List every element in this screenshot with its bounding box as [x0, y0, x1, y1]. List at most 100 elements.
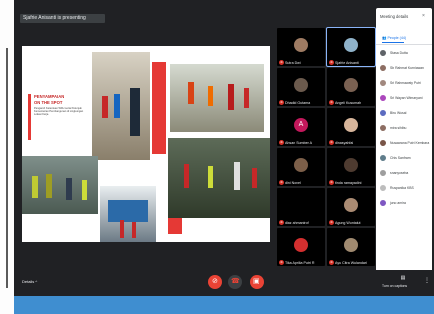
close-icon[interactable]: × — [422, 13, 425, 19]
meeting-details-panel: Meeting details × 👥 People (44) Stasa Du… — [376, 8, 432, 278]
camera-toggle-button[interactable]: ▣ — [250, 275, 264, 289]
more-options-icon[interactable]: ⋮ — [424, 277, 430, 284]
participant-avatar — [344, 38, 358, 53]
participant-tile[interactable]: ⊘ diaz ahmanirof — [277, 188, 325, 226]
panel-list-item[interactable]: Chis Sanfram — [380, 155, 411, 161]
control-bar: Details ^ ⊘ ☎ ▣ ▤ Turn on captions ⋮ — [14, 270, 434, 296]
avatar — [380, 185, 386, 191]
panel-list-item[interactable]: mira sihibu — [380, 125, 406, 131]
participant-name: Sutra Dwi — [285, 60, 301, 65]
avatar — [380, 95, 386, 101]
mic-off-icon: ⊘ — [279, 260, 284, 265]
slide-accent-bar — [28, 94, 31, 140]
participant-name: diaz ahmanirof — [285, 220, 309, 225]
participant-tile[interactable]: ⊘ dinasyahfai — [327, 108, 375, 146]
mic-off-icon: ⊘ — [329, 60, 334, 65]
panel-list-item[interactable]: juno amira — [380, 200, 406, 206]
slide-photo-4 — [100, 186, 156, 242]
avatar — [380, 155, 386, 161]
participant-tile[interactable]: ⊘ Tika Aprilia Putri R — [277, 228, 325, 266]
mic-off-icon: ⊘ — [279, 220, 284, 225]
camera-off-icon: ▣ — [253, 278, 260, 285]
bezel-line — [6, 48, 8, 288]
participant-tile[interactable]: ⊘ Ayu Citra Wulandari — [327, 228, 375, 266]
panel-item-name: juno amira — [390, 201, 406, 205]
participant-tile[interactable]: ⊘ Agung Wuntalut — [327, 188, 375, 226]
panel-list-item[interactable]: Sri Rahmawaty Putri — [380, 80, 421, 86]
panel-divider — [376, 44, 432, 45]
participant-name: Ayu Citra Wulandari — [335, 260, 367, 265]
panel-item-name: Sri Rahmawaty Putri — [390, 81, 421, 85]
avatar — [380, 110, 386, 116]
tab-people[interactable]: 👥 People (44) — [382, 36, 406, 40]
panel-item-name: snanyoseba — [390, 171, 409, 175]
captions-icon[interactable]: ▤ — [388, 275, 418, 281]
participant-avatar — [344, 198, 358, 213]
details-button[interactable]: Details ^ — [22, 279, 37, 284]
participant-name: Agung Wuntalut — [335, 220, 361, 225]
avatar — [380, 170, 386, 176]
participant-name: tinda ramayadini — [335, 180, 362, 185]
panel-list-item[interactable]: Ruspanika KBS — [380, 185, 414, 191]
mic-off-icon: ⊘ — [329, 220, 334, 225]
tab-people-label: People (44) — [387, 36, 407, 40]
panel-item-name: Chis Sanfram — [390, 156, 411, 160]
panel-item-name: Stasa Dutta — [390, 51, 408, 55]
participant-name: Tika Aprilia Putri R — [285, 260, 315, 265]
panel-list-item[interactable]: Sri Wayan Wimaryani — [380, 95, 422, 101]
participant-tile[interactable]: ⊘ tinda ramayadini — [327, 148, 375, 186]
mic-off-icon: ⊘ — [329, 180, 334, 185]
avatar — [380, 80, 386, 86]
avatar — [380, 200, 386, 206]
avatar — [380, 50, 386, 56]
avatar — [380, 65, 386, 71]
panel-list-item[interactable]: Biru Wusal — [380, 110, 406, 116]
participant-name: dini Novel — [285, 180, 301, 185]
panel-item-name: Biru Wusal — [390, 111, 407, 115]
participant-avatar — [294, 158, 308, 173]
participant-name: Angeli Kusumah — [335, 100, 362, 105]
panel-list-item[interactable]: snanyoseba — [380, 170, 408, 176]
people-icon: 👥 — [382, 36, 387, 40]
panel-item-name: Ruspanika KBS — [390, 186, 414, 190]
slide-photo-2 — [170, 64, 264, 132]
panel-item-name: Sb Rahmat Kurniawan — [390, 66, 424, 70]
participant-avatar — [344, 238, 358, 253]
mic-off-icon: ⊘ — [279, 60, 284, 65]
left-bezel — [0, 0, 14, 314]
mic-toggle-button[interactable]: ⊘ — [208, 275, 222, 289]
presenting-banner: Sjafrie Anisanti is presenting — [20, 14, 105, 23]
end-call-button[interactable]: ☎ — [228, 275, 242, 289]
participant-name: Dhadid Gutama — [285, 100, 311, 105]
panel-list-item[interactable]: Stasa Dutta — [380, 50, 408, 56]
participant-tile[interactable]: ⊘ dini Novel — [277, 148, 325, 186]
mic-off-icon: ⊘ — [329, 260, 334, 265]
avatar — [380, 140, 386, 146]
panel-list-item[interactable]: Nusaarana Putri Kembara — [380, 140, 429, 146]
panel-list-item[interactable]: Sb Rahmat Kurniawan — [380, 65, 424, 71]
captions-label[interactable]: Turn on captions — [382, 284, 407, 288]
participant-tile[interactable]: ⊘ Sjafrie Anisanti — [326, 27, 376, 67]
participant-name: Ahsan Sumber A — [285, 140, 312, 145]
participant-avatar — [294, 78, 308, 93]
presented-slide: PENYAMPAIAN ON THE SPOT Pengaruh Ketentu… — [22, 46, 270, 242]
participant-tile[interactable]: ⊘ Sutra Dwi — [277, 28, 325, 66]
slide-text-block: PENYAMPAIAN ON THE SPOT Pengaruh Ketentu… — [22, 74, 92, 156]
participant-tile[interactable]: ⊘ Angeli Kusumah — [327, 68, 375, 106]
mic-off-icon: ⊘ — [279, 100, 284, 105]
participant-name: Sjafrie Anisanti — [335, 60, 359, 65]
slide-red-block — [152, 62, 166, 154]
mic-off-icon: ⊘ — [329, 140, 334, 145]
slide-body: Pengaruh Ketentuan WFH serta Petunjuk Ke… — [34, 107, 84, 117]
panel-item-name: Sri Wayan Wimaryani — [390, 96, 423, 100]
participant-tile[interactable]: ⊘ Dhadid Gutama — [277, 68, 325, 106]
participant-avatar — [344, 158, 358, 173]
slide-heading-1: PENYAMPAIAN — [34, 94, 65, 99]
participant-tile[interactable]: A ⊘ Ahsan Sumber A — [277, 108, 325, 146]
avatar — [380, 125, 386, 131]
slide-red-block-2 — [168, 218, 182, 234]
hangup-icon: ☎ — [231, 278, 240, 285]
slide-heading-2: ON THE SPOT — [34, 100, 63, 105]
participant-avatar — [294, 38, 308, 53]
panel-item-name: Nusaarana Putri Kembara — [390, 141, 430, 145]
